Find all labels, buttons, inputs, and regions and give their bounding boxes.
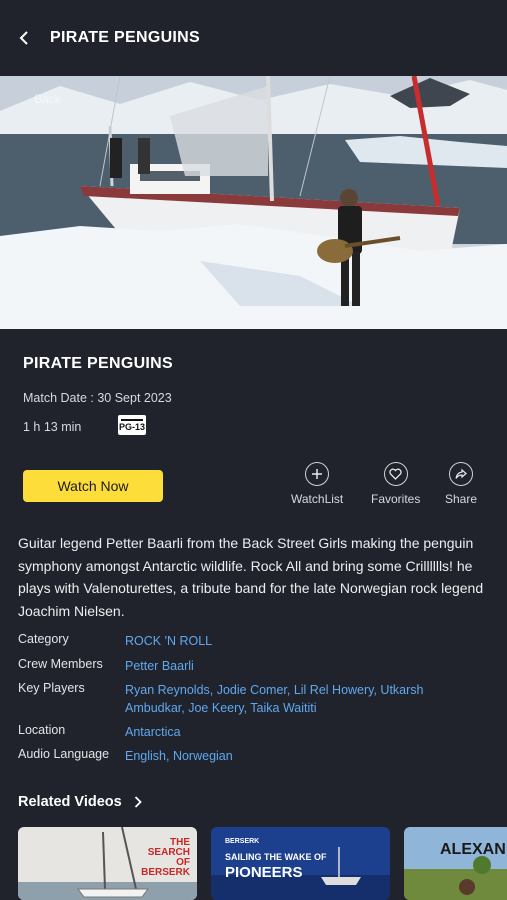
share-label: Share <box>445 492 478 506</box>
meta-value[interactable]: Petter Baarli <box>125 657 475 675</box>
watch-now-button[interactable]: Watch Now <box>23 470 163 502</box>
video-description: Guitar legend Petter Baarli from the Bac… <box>18 535 484 619</box>
watchlist-button[interactable]: WatchList <box>291 462 343 506</box>
related-video-card[interactable]: BERSERK SAILING THE WAKE OF PIONEERS <box>211 827 390 900</box>
heart-icon <box>383 462 408 486</box>
meta-value[interactable]: Ryan Reynolds, Jodie Comer, Lil Rel Howe… <box>125 681 475 717</box>
related-card-text: PIONEERS <box>225 864 303 881</box>
related-video-card[interactable]: ALEXAN <box>404 827 507 900</box>
plus-icon <box>305 462 330 486</box>
hero-image: Back <box>0 76 507 329</box>
chevron-left-icon[interactable] <box>16 30 32 46</box>
related-card-text: ALEXAN <box>440 841 506 858</box>
video-title: PIRATE PENGUINS <box>23 355 173 372</box>
meta-label: Audio Language <box>18 747 110 761</box>
meta-label: Category <box>18 632 69 646</box>
share-icon <box>449 462 474 486</box>
meta-label: Location <box>18 723 66 737</box>
meta-value[interactable]: Antarctica <box>125 723 475 741</box>
top-bar: PIRATE PENGUINS <box>0 0 507 76</box>
related-card-text: BERSERK <box>225 838 259 845</box>
related-card-text: SAILING THE WAKE OF <box>225 852 327 862</box>
related-videos-header[interactable]: Related Videos <box>18 794 142 810</box>
share-button[interactable]: Share <box>445 462 477 506</box>
match-date: Match Date : 30 Sept 2023 <box>23 391 172 405</box>
chevron-right-icon <box>134 796 142 808</box>
related-video-card[interactable]: THE SEARCH OF BERSERK <box>18 827 197 900</box>
related-videos-title: Related Videos <box>18 794 122 810</box>
meta-label: Key Players <box>18 681 85 695</box>
rating-text: PG-13 <box>118 421 145 432</box>
favorites-button[interactable]: Favorites <box>371 462 420 506</box>
meta-value[interactable]: English, Norwegian <box>125 747 475 765</box>
meta-label: Crew Members <box>18 657 103 671</box>
duration: 1 h 13 min <box>23 420 82 434</box>
related-card-text: BERSERK <box>141 867 191 878</box>
rating-badge: PG-13 <box>118 415 146 435</box>
watchlist-label: WatchList <box>291 492 344 506</box>
favorites-label: Favorites <box>371 492 421 506</box>
hero-overlay-text: Back <box>34 92 61 106</box>
meta-value[interactable]: ROCK 'N ROLL <box>125 632 475 650</box>
page-title: PIRATE PENGUINS <box>50 29 200 46</box>
